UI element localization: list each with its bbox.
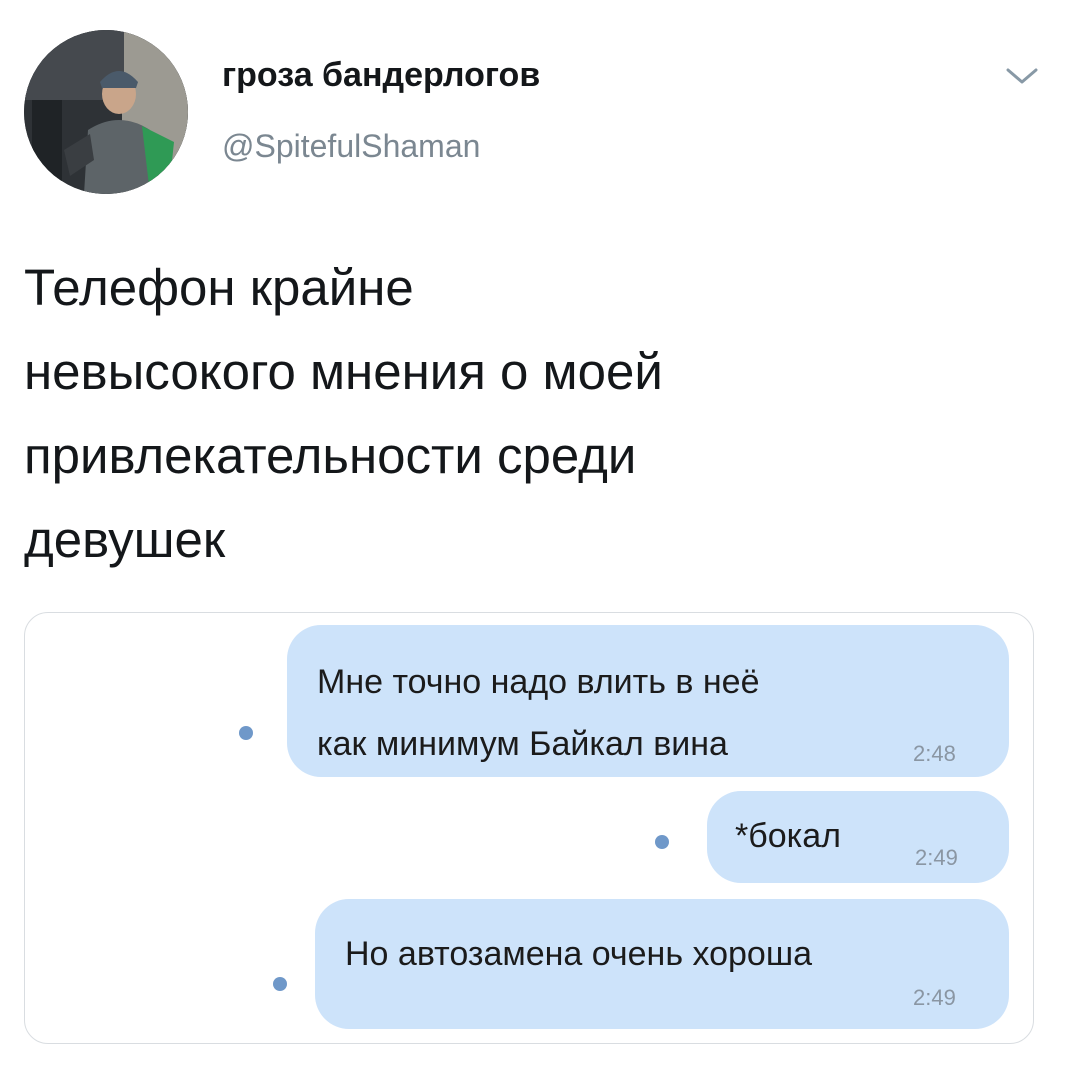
tweet-text-line: Телефон крайне: [24, 259, 414, 316]
avatar[interactable]: [24, 30, 188, 194]
message-time: 2:49: [915, 845, 958, 870]
message-text-line: Мне точно надо влить в неё: [317, 663, 760, 701]
message-text-line: как минимум Байкал вина: [317, 725, 728, 763]
tweet-media-image[interactable]: Мне точно надо влить в неё как минимум Б…: [24, 612, 1034, 1044]
author-handle[interactable]: @SpitefulShaman: [222, 128, 480, 165]
unread-dot: [655, 835, 669, 849]
message-text-line: Но автозамена очень хороша: [345, 935, 813, 973]
tweet-text-line: привлекательности среди: [24, 427, 637, 484]
message-bubble: *бокал 2:49: [707, 791, 1009, 883]
avatar-photo: [24, 30, 188, 194]
author-name[interactable]: гроза бандерлогов: [222, 56, 540, 95]
message-text-line: *бокал: [735, 817, 841, 855]
tweet-text-line: невысокого мнения о моей: [24, 343, 663, 400]
chevron-down-icon[interactable]: [1004, 64, 1040, 88]
message-time: 2:49: [913, 985, 956, 1010]
message-time: 2:48: [913, 741, 956, 766]
tweet-text-line: девушек: [24, 511, 226, 568]
message-bubble: Мне точно надо влить в неё как минимум Б…: [287, 625, 1009, 777]
unread-dot: [239, 726, 253, 740]
tweet-text: Телефон крайне невысокого мнения о моей …: [24, 246, 1034, 582]
unread-dot: [273, 977, 287, 991]
message-bubble: Но автозамена очень хороша 2:49: [315, 899, 1009, 1029]
